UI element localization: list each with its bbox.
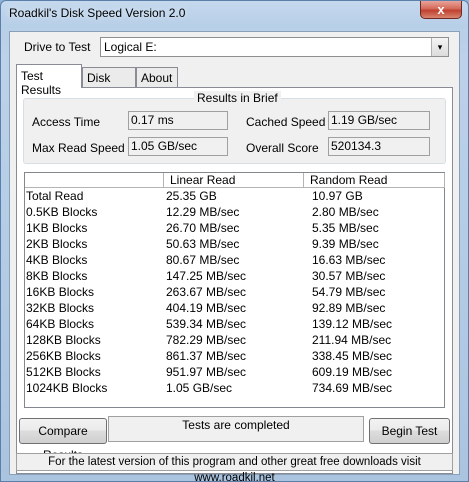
row-block-size: 256KB Blocks — [26, 349, 101, 363]
table-row[interactable]: 32KB Blocks 404.19 MB/sec 92.89 MB/sec — [25, 301, 444, 317]
max-read-value: 1.05 GB/sec — [128, 137, 228, 156]
row-random-read: 2.80 MB/sec — [312, 205, 379, 219]
row-linear-read: 25.35 GB — [166, 189, 217, 203]
tab-label: Test Results — [21, 69, 62, 97]
column-header-blank[interactable] — [25, 173, 164, 188]
row-block-size: 32KB Blocks — [26, 301, 95, 315]
row-linear-read: 782.29 MB/sec — [166, 333, 247, 347]
row-linear-read: 951.97 MB/sec — [166, 365, 247, 379]
footer-link[interactable]: For the latest version of this program a… — [16, 453, 453, 482]
column-header-label: Random Read — [310, 173, 388, 187]
row-linear-read: 80.67 MB/sec — [166, 253, 240, 267]
overall-score-label: Overall Score — [246, 141, 319, 155]
row-random-read: 139.12 MB/sec — [312, 317, 393, 331]
table-row[interactable]: 16KB Blocks 263.67 MB/sec 54.79 MB/sec — [25, 285, 444, 301]
cached-speed-value: 1.19 GB/sec — [328, 111, 430, 130]
chevron-down-icon[interactable]: ▾ — [431, 38, 448, 56]
row-linear-read: 50.63 MB/sec — [166, 237, 240, 251]
row-random-read: 734.69 MB/sec — [312, 381, 393, 395]
table-header: Linear Read Random Read — [25, 173, 445, 188]
row-block-size: 2KB Blocks — [26, 237, 88, 251]
row-random-read: 9.39 MB/sec — [312, 237, 379, 251]
table-row[interactable]: Total Read 25.35 GB 10.97 GB — [25, 189, 444, 205]
status-text: Tests are completed — [182, 418, 290, 432]
row-block-size: 0.5KB Blocks — [26, 205, 98, 219]
row-linear-read: 404.19 MB/sec — [166, 301, 247, 315]
window-title: Roadkil's Disk Speed Version 2.0 — [9, 6, 186, 20]
access-time-text: 0.17 ms — [131, 113, 174, 127]
drive-label: Drive to Test — [24, 40, 91, 54]
table-row[interactable]: 256KB Blocks 861.37 MB/sec 338.45 MB/sec — [25, 349, 444, 365]
row-random-read: 54.79 MB/sec — [312, 285, 386, 299]
drive-select[interactable]: Logical E: ▾ — [100, 37, 449, 57]
results-in-brief-group: Results in Brief Access Time 0.17 ms Cac… — [23, 91, 446, 164]
row-random-read: 30.57 MB/sec — [312, 269, 386, 283]
row-linear-read: 1.05 GB/sec — [166, 381, 233, 395]
tab-disk-info[interactable]: Disk Info — [82, 67, 136, 99]
row-block-size: Total Read — [26, 189, 84, 203]
status-box: Tests are completed — [108, 416, 364, 442]
begin-test-button[interactable]: Begin Test — [369, 418, 450, 444]
results-table[interactable]: Linear Read Random Read Total Read 25.35 … — [24, 172, 445, 408]
row-block-size: 128KB Blocks — [26, 333, 101, 347]
table-row[interactable]: 2KB Blocks 50.63 MB/sec 9.39 MB/sec — [25, 237, 444, 253]
column-header-linear-read[interactable]: Linear Read — [164, 173, 304, 188]
tab-test-results[interactable]: Test Results — [16, 64, 82, 97]
results-in-brief-title: Results in Brief — [194, 91, 281, 105]
row-block-size: 16KB Blocks — [26, 285, 95, 299]
footer-text: For the latest version of this program a… — [48, 456, 421, 482]
row-random-read: 609.19 MB/sec — [312, 365, 393, 379]
begin-test-label: Begin Test — [381, 424, 438, 438]
table-row[interactable]: 512KB Blocks 951.97 MB/sec 609.19 MB/sec — [25, 365, 444, 381]
overall-score-text: 520134.3 — [331, 139, 382, 153]
cached-speed-label: Cached Speed — [246, 115, 326, 129]
close-button[interactable]: x — [420, 1, 462, 19]
access-time-label: Access Time — [32, 115, 101, 129]
row-random-read: 10.97 GB — [312, 189, 363, 203]
row-random-read: 92.89 MB/sec — [312, 301, 386, 315]
row-block-size: 1024KB Blocks — [26, 381, 108, 395]
access-time-value: 0.17 ms — [128, 111, 228, 130]
app-window: Roadkil's Disk Speed Version 2.0 x Drive… — [0, 0, 469, 482]
row-linear-read: 147.25 MB/sec — [166, 269, 247, 283]
drive-select-value: Logical E: — [104, 40, 157, 54]
row-linear-read: 12.29 MB/sec — [166, 205, 240, 219]
table-row[interactable]: 64KB Blocks 539.34 MB/sec 139.12 MB/sec — [25, 317, 444, 333]
title-bar[interactable]: Roadkil's Disk Speed Version 2.0 x — [1, 1, 468, 25]
row-random-read: 338.45 MB/sec — [312, 349, 393, 363]
table-row[interactable]: 8KB Blocks 147.25 MB/sec 30.57 MB/sec — [25, 269, 444, 285]
tab-label: About — [141, 71, 173, 85]
row-block-size: 4KB Blocks — [26, 253, 88, 267]
overall-score-value: 520134.3 — [328, 137, 430, 156]
row-random-read: 5.35 MB/sec — [312, 221, 379, 235]
row-block-size: 64KB Blocks — [26, 317, 95, 331]
row-block-size: 8KB Blocks — [26, 269, 88, 283]
table-row[interactable]: 0.5KB Blocks 12.29 MB/sec 2.80 MB/sec — [25, 205, 444, 221]
column-header-label: Linear Read — [170, 173, 236, 187]
table-row[interactable]: 128KB Blocks 782.29 MB/sec 211.94 MB/sec — [25, 333, 444, 349]
table-row[interactable]: 1KB Blocks 26.70 MB/sec 5.35 MB/sec — [25, 221, 444, 237]
row-random-read: 16.63 MB/sec — [312, 253, 386, 267]
row-block-size: 1KB Blocks — [26, 221, 88, 235]
row-linear-read: 539.34 MB/sec — [166, 317, 247, 331]
row-linear-read: 26.70 MB/sec — [166, 221, 240, 235]
table-row[interactable]: 4KB Blocks 80.67 MB/sec 16.63 MB/sec — [25, 253, 444, 269]
cached-speed-text: 1.19 GB/sec — [331, 113, 398, 127]
close-icon: x — [437, 2, 445, 17]
max-read-text: 1.05 GB/sec — [131, 139, 198, 153]
row-linear-read: 861.37 MB/sec — [166, 349, 247, 363]
row-random-read: 211.94 MB/sec — [312, 333, 392, 347]
max-read-label: Max Read Speed — [32, 141, 125, 155]
column-header-random-read[interactable]: Random Read — [304, 173, 445, 188]
tab-about[interactable]: About — [136, 67, 178, 87]
table-row[interactable]: 1024KB Blocks 1.05 GB/sec 734.69 MB/sec — [25, 381, 444, 397]
row-linear-read: 263.67 MB/sec — [166, 285, 247, 299]
compare-results-button[interactable]: Compare Results — [19, 418, 107, 462]
row-block-size: 512KB Blocks — [26, 365, 101, 379]
client-area: Drive to Test Logical E: ▾ Test Results … — [9, 31, 460, 482]
